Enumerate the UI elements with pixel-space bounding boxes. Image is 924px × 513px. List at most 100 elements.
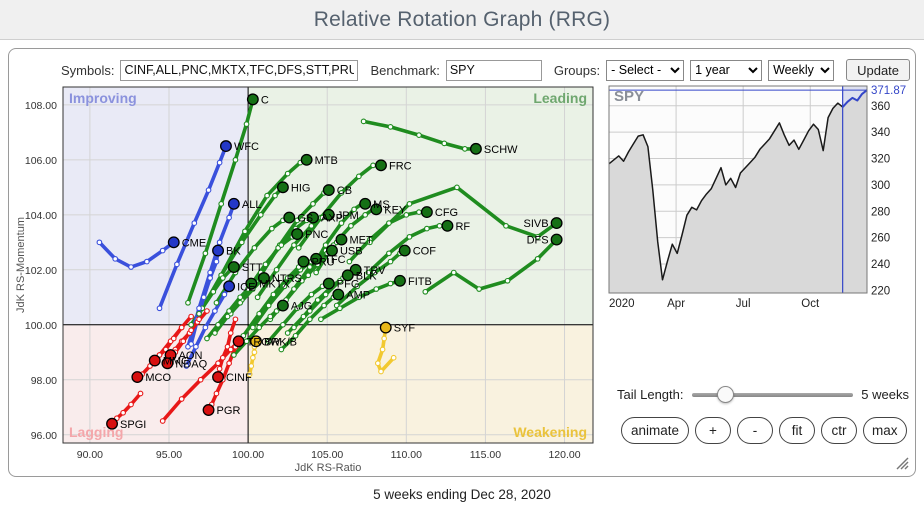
svg-text:115.00: 115.00 [470,449,501,461]
rrg-label-BK: BK [226,246,241,258]
resize-grip-icon[interactable] [894,455,909,470]
quadrant-leading [248,87,593,325]
rrg-dot-GS[interactable] [284,212,295,223]
svg-text:280: 280 [871,206,890,218]
tail-length-slider-handle[interactable] [717,386,734,403]
rrg-dot-CME[interactable] [168,237,179,248]
rrg-dot-BK[interactable] [213,245,224,256]
rrg-label-STT: STT [242,262,263,274]
rrg-label-AMP: AMP [346,290,370,302]
max-button[interactable]: max [863,417,907,444]
benchmark-mini-chart: SPY220240260280300320340360371.872020Apr… [601,81,909,323]
svg-text:Jul: Jul [736,298,751,310]
svg-text:300: 300 [871,180,890,192]
benchmark-label: Benchmark: [370,63,439,78]
symbols-input[interactable] [120,60,358,81]
rrg-dot-PNC[interactable] [292,229,303,240]
center-button[interactable]: ctr [821,417,857,444]
svg-text:2020: 2020 [609,298,635,310]
rrg-dot-COF[interactable] [399,245,410,256]
svg-text:98.00: 98.00 [31,375,57,387]
rrg-dot-SIVB[interactable] [551,218,562,229]
rrg-dot-CFG[interactable] [422,207,433,218]
svg-text:Lagging: Lagging [69,424,123,440]
spy-x-ticks: 2020 Apr Jul Oct [609,298,820,310]
rrg-dot-MCO[interactable] [132,372,143,383]
groups-select[interactable]: - Select - [606,60,684,81]
date-caption: 5 weeks ending Dec 28, 2020 [0,487,924,502]
tail-length-value: 5 weeks [861,387,909,402]
rrg-dot-AMP[interactable] [333,289,344,300]
svg-text:106.00: 106.00 [25,155,57,167]
svg-text:102.00: 102.00 [25,265,57,277]
rrg-label-COF: COF [413,246,437,258]
svg-text:90.00: 90.00 [77,449,103,461]
rrg-dot-MS[interactable] [360,199,371,210]
zoom-out-button[interactable]: - [737,417,773,444]
rrg-label-SPGI: SPGI [120,419,146,431]
rrg-y-axis-title: JdK RS-Momentum [15,217,27,313]
svg-text:340: 340 [871,127,890,139]
svg-text:120.00: 120.00 [548,449,580,461]
rrg-label-FRC: FRC [389,160,412,172]
rrg-dot-SCHW[interactable] [471,144,482,155]
rrg-label-CME: CME [182,237,206,249]
rrg-label-JPM: JPM [337,210,359,222]
svg-text:Oct: Oct [801,298,820,310]
rrg-label-FITB: FITB [408,276,432,288]
rrg-label-RF: RF [455,221,470,233]
rrg-dot-HIG[interactable] [278,182,289,193]
rrg-dot-RF[interactable] [442,221,453,232]
benchmark-input[interactable] [446,60,542,81]
rrg-dot-MMC[interactable] [149,355,160,366]
rrg-dot-DFS[interactable] [551,234,562,245]
rrg-dot-AJG[interactable] [278,300,289,311]
rrg-dot-C[interactable] [248,94,259,105]
rrg-dot-PFG[interactable] [323,278,334,289]
rrg-dot-FRC[interactable] [376,160,387,171]
rrg-dot-TROW[interactable] [233,336,244,347]
svg-text:360: 360 [871,101,890,113]
spy-last-price-label: 371.87 [871,85,906,97]
interval-select[interactable]: Weekly [768,60,834,81]
rrg-dot-WFC[interactable] [221,141,232,152]
rrg-label-SIVB: SIVB [524,218,549,230]
svg-text:Apr: Apr [667,298,685,310]
rrg-dot-ICE[interactable] [224,281,235,292]
rrg-label-DFS: DFS [527,235,549,247]
rrg-label-MKTX: MKTX [259,279,290,291]
rrg-label-C: C [261,94,269,106]
rrg-dot-FITB[interactable] [395,276,406,287]
period-select[interactable]: 1 year [690,60,762,81]
svg-text:Improving: Improving [69,90,137,106]
page-title: Relative Rotation Graph (RRG) [314,8,610,32]
rrg-label-PNC: PNC [305,229,328,241]
rrg-dot-CINF[interactable] [213,372,224,383]
rrg-label-MCO: MCO [145,372,171,384]
rrg-dot-PRU[interactable] [298,256,309,267]
rrg-dot-MET[interactable] [336,234,347,245]
rrg-label-AJG: AJG [291,301,312,313]
rrg-label-NDAQ: NDAQ [175,358,207,370]
rrg-label-BRK/B: BRK/B [264,336,297,348]
symbols-label: Symbols: [61,63,114,78]
rrg-dot-PGR[interactable] [203,405,214,416]
rrg-x-axis-title: JdK RS-Ratio [295,462,362,474]
fit-button[interactable]: fit [779,417,815,444]
zoom-in-button[interactable]: + [695,417,731,444]
rrg-label-ALL: ALL [242,199,262,211]
rrg-label-ICE: ICE [237,281,255,293]
rrg-label-PRU: PRU [311,257,334,269]
rrg-dot-ALL[interactable] [229,199,240,210]
rrg-dot-SYF[interactable] [380,322,391,333]
rrg-dot-MTB[interactable] [301,155,312,166]
tail-length-label: Tail Length: [617,387,684,402]
rrg-chart[interactable]: CMTBFRCHIGCBMSKEYCFGRFSIVBDFSCOFFITBSCHW… [13,79,613,479]
update-button[interactable]: Update [846,59,910,81]
tail-length-slider[interactable] [692,393,854,397]
animate-button[interactable]: animate [621,417,689,444]
rrg-dot-STT[interactable] [229,262,240,273]
rrg-app-panel: Symbols: Benchmark: Groups: - Select - 1… [8,48,916,477]
rrg-dot-CB[interactable] [323,185,334,196]
svg-text:240: 240 [871,259,890,271]
